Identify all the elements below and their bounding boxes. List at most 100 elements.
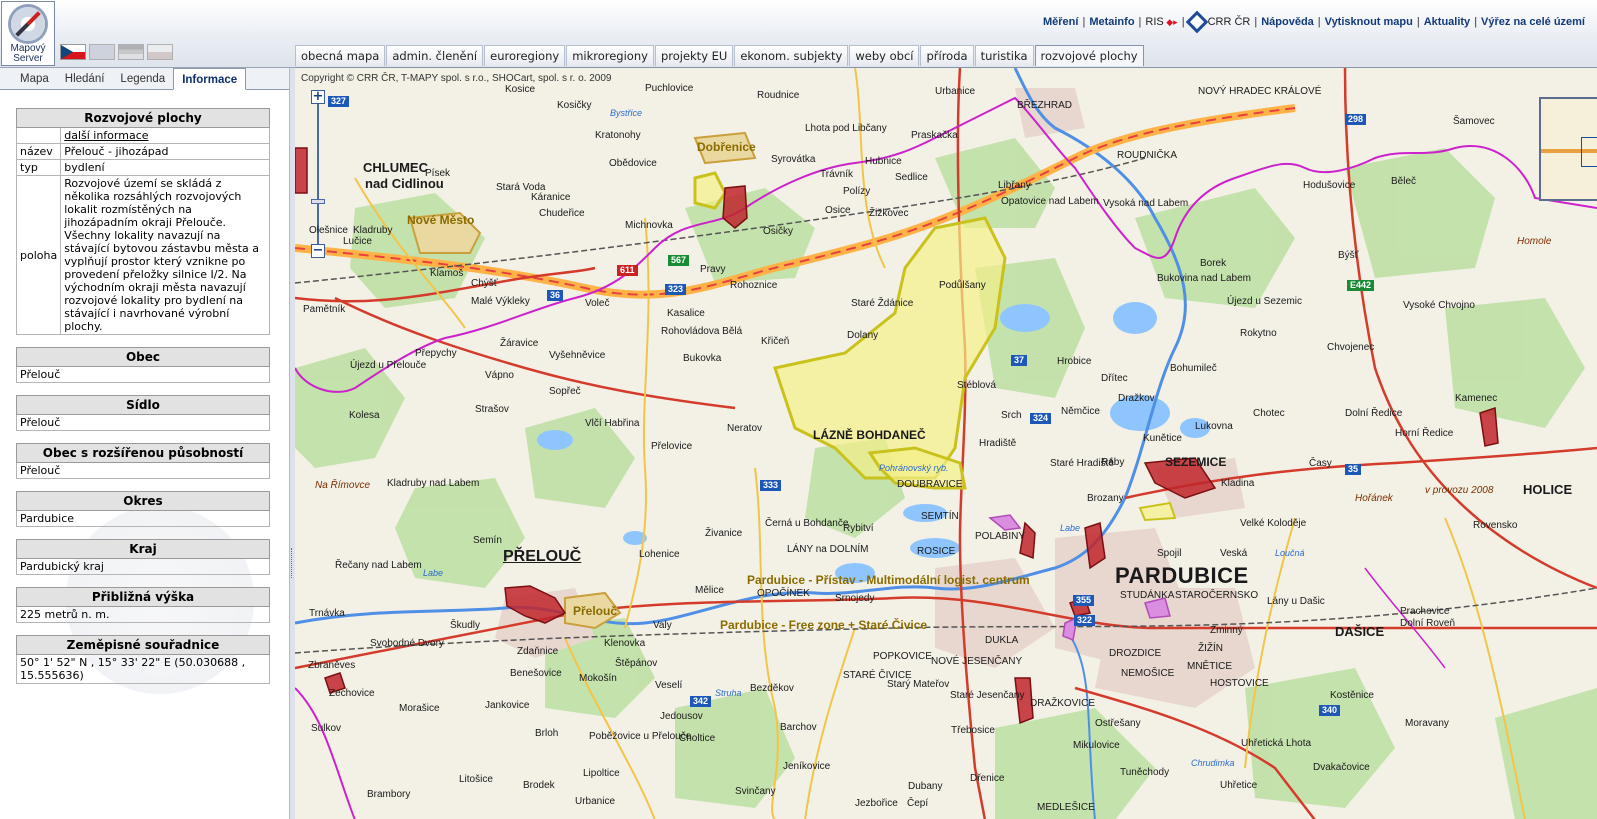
- map-label: DROZDICE: [1109, 648, 1162, 659]
- map-label: Veselí: [655, 680, 683, 691]
- map-label: Morašice: [399, 703, 440, 714]
- map-label: Lukovna: [1195, 421, 1233, 432]
- map-label: Pohránovský ryb.: [879, 463, 949, 473]
- map-label: Přelovice: [651, 441, 693, 452]
- map-label: Vysoká nad Labem: [1103, 198, 1189, 209]
- map-label: Uhřetická Lhota: [1241, 738, 1312, 749]
- map-label: Neratov: [727, 423, 763, 434]
- okres-table: Okres Pardubice: [16, 491, 270, 527]
- field-label: typ: [15, 159, 62, 176]
- road-number-shield: 37: [1011, 355, 1028, 366]
- map-label: Michnovka: [625, 220, 673, 231]
- overview-map[interactable]: [1539, 97, 1597, 201]
- left-panel: Mapa Hledání Legenda Informace Rozvojové…: [0, 68, 290, 819]
- map-label: POPKOVICE: [873, 651, 932, 662]
- nav-metainfo[interactable]: Metainfo: [1085, 16, 1138, 28]
- nav-ris[interactable]: RIS: [1141, 16, 1181, 28]
- tab-euroregiony[interactable]: euroregiony: [484, 45, 566, 66]
- czech-flag-icon[interactable]: [60, 44, 86, 60]
- map-view[interactable]: Copyright © CRR ČR, T-MAPY spol. s r.o.,…: [295, 67, 1597, 819]
- map-label: MNĚTICE: [1187, 661, 1232, 672]
- road-number-shield: 342: [690, 696, 712, 707]
- map-label: Obědovice: [609, 158, 657, 169]
- map-label: Mělice: [695, 585, 724, 596]
- tab-projekty-eu[interactable]: projekty EU: [654, 45, 734, 66]
- obec-value: Přelouč: [16, 366, 270, 383]
- german-flag-icon[interactable]: [118, 44, 144, 60]
- map-label: Bukovina nad Labem: [1157, 273, 1251, 284]
- map-label: NEMOŠICE: [1121, 668, 1175, 679]
- map-label: Vápno: [485, 370, 514, 381]
- tab-legenda[interactable]: Legenda: [112, 68, 173, 89]
- nav-crr-label: CRR ČR: [1207, 16, 1251, 28]
- tab-obecna-mapa[interactable]: obecná mapa: [295, 45, 386, 66]
- road-number-shield: 35: [1345, 464, 1362, 475]
- map-label: Kratonohy: [595, 130, 641, 141]
- map-label: Benešovice: [510, 668, 562, 679]
- compass-icon: [8, 4, 48, 44]
- map-label: Velké Koloděje: [1240, 518, 1307, 529]
- tab-informace[interactable]: Informace: [173, 68, 247, 90]
- orp-table: Obec s rozšířenou působností Přelouč: [16, 443, 270, 479]
- tab-ekonom-subjekty[interactable]: ekonom. subjekty: [734, 45, 849, 66]
- map-label: Bukovka: [683, 353, 722, 364]
- map-label: Spojil: [1157, 548, 1182, 559]
- map-label: Kamenec: [1455, 393, 1498, 404]
- map-label: Zbraněves: [308, 660, 356, 671]
- map-label: Poběžovice u Přelouče: [589, 731, 692, 742]
- map-label: Chotec: [1253, 408, 1285, 419]
- map-label: Bystřice: [610, 108, 643, 118]
- mapovy-server-logo[interactable]: Mapový Server: [1, 1, 55, 66]
- map-label: Časy: [1309, 458, 1332, 469]
- zoom-slider[interactable]: [311, 104, 325, 244]
- nav-vyrez[interactable]: Výřez na celé území: [1477, 16, 1589, 28]
- map-label: OPOČÍNEK: [757, 588, 810, 599]
- section-title: Zeměpisné souřadnice: [16, 635, 270, 655]
- typ-value: bydlení: [60, 159, 270, 176]
- map-label: Řečany nad Labem: [335, 560, 422, 571]
- tab-turistika[interactable]: turistika: [974, 45, 1034, 66]
- zoom-out-button[interactable]: −: [311, 244, 325, 258]
- tab-mapa[interactable]: Mapa: [12, 68, 57, 89]
- road-number-shield: E442: [1347, 280, 1375, 291]
- map-label: Pardubice - Free zone + Staré Čivice: [720, 618, 928, 632]
- map-label: Jezbořice: [855, 798, 898, 809]
- kraj-value: Pardubický kraj: [16, 558, 270, 575]
- map-label: Kladruby nad Labem: [387, 478, 480, 489]
- nav-napoveda[interactable]: Nápověda: [1257, 16, 1318, 28]
- map-label: Bohumileč: [1170, 363, 1217, 374]
- zoom-slider-handle[interactable]: [311, 199, 325, 204]
- tab-priroda[interactable]: příroda: [920, 45, 974, 66]
- tab-weby-obci[interactable]: weby obcí: [849, 45, 920, 66]
- map-label: Živanice: [705, 528, 743, 539]
- map-label: DAŠICE: [1335, 624, 1385, 639]
- english-flag-icon[interactable]: [89, 44, 115, 60]
- tab-rozvojove-plochy[interactable]: rozvojové plochy: [1034, 45, 1144, 66]
- nav-mereni[interactable]: Měření: [1039, 16, 1082, 28]
- nav-vytisknout[interactable]: Vytisknout mapu: [1321, 16, 1417, 28]
- map-label: Chudeřice: [539, 208, 585, 219]
- map-label: ŽIŽÍN: [1198, 643, 1223, 654]
- dalsi-informace-link[interactable]: další informace: [64, 129, 148, 142]
- tab-admin-cleneni[interactable]: admin. členění: [386, 45, 484, 66]
- logo-text-line2: Server: [13, 53, 43, 64]
- map-label: LÁNY na DOLNÍM: [787, 544, 869, 555]
- map-label: Kunětice: [1143, 433, 1182, 444]
- tab-hledani[interactable]: Hledání: [57, 68, 113, 89]
- map-label: Dražkov: [1118, 393, 1155, 404]
- map-label: Brozany: [1087, 493, 1124, 504]
- road-number-shield: 355: [1073, 595, 1095, 606]
- tab-mikroregiony[interactable]: mikroregiony: [566, 45, 654, 66]
- map-label: Horní Ředice: [1395, 428, 1454, 439]
- splitter-grip-icon: [291, 548, 294, 578]
- map-label: Štěpánov: [615, 658, 658, 669]
- empty-cell: [15, 127, 62, 144]
- zoom-in-button[interactable]: +: [311, 90, 325, 104]
- nav-crr[interactable]: CRR ČR: [1185, 10, 1255, 34]
- nav-aktuality[interactable]: Aktuality: [1420, 16, 1474, 28]
- map-label: Zechovice: [329, 688, 375, 699]
- polish-flag-icon[interactable]: [147, 44, 173, 60]
- map-label: DRAŽKOVICE: [1030, 698, 1096, 709]
- map-label: Dubany: [908, 781, 943, 792]
- overview-viewport-box[interactable]: [1581, 137, 1597, 167]
